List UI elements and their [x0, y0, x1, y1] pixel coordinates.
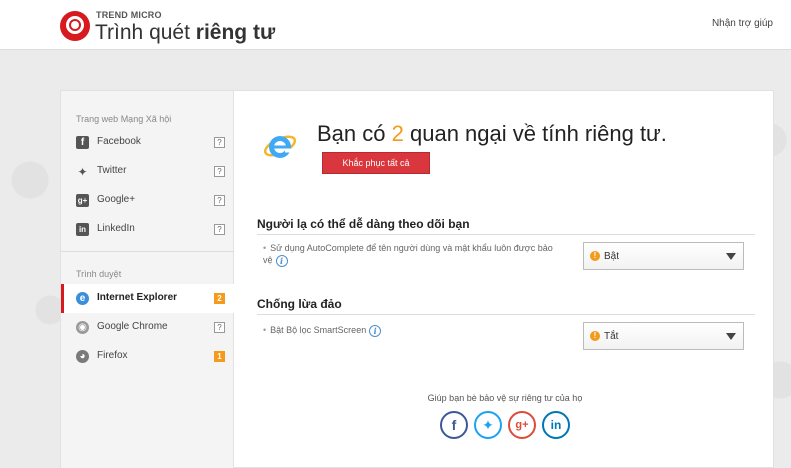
chevron-down-icon	[726, 253, 736, 260]
setting-autocomplete: • Sử dụng AutoComplete để tên người dùng …	[263, 243, 553, 267]
firefox-icon: ◕	[76, 350, 89, 363]
social-networks-heading: Trang web Mạng Xã hội	[76, 114, 172, 124]
section-title-tracking: Người lạ có thể dễ dàng theo dõi bạn	[257, 217, 470, 231]
google-plus-icon: g+	[76, 194, 89, 207]
chrome-icon: ◉	[76, 321, 89, 334]
status-badge: 1	[214, 351, 225, 362]
share-google-plus-icon[interactable]: g+	[508, 411, 536, 439]
headline-suffix: quan ngại về tính riêng tư.	[410, 121, 667, 146]
setting-autocomplete-label: Sử dụng AutoComplete để tên người dùng v…	[263, 243, 553, 265]
smartscreen-value: Tắt	[604, 331, 619, 342]
section-divider	[257, 234, 755, 235]
status-badge: ?	[214, 195, 225, 206]
section-divider	[257, 314, 755, 315]
headline-prefix: Bạn có	[317, 121, 386, 146]
warning-icon: !	[590, 251, 600, 261]
sidebar-item-label: LinkedIn	[97, 223, 135, 234]
app-header: TREND MICRO Trình quét riêng tư Nhận trợ…	[0, 0, 791, 50]
trend-micro-logo-icon	[60, 11, 90, 41]
sidebar-item-linkedin[interactable]: in LinkedIn ?	[61, 215, 234, 244]
get-help-link[interactable]: Nhận trợ giúp	[712, 18, 773, 29]
sidebar-item-twitter[interactable]: ✦ Twitter ?	[61, 157, 234, 186]
info-icon[interactable]: i	[275, 254, 288, 267]
sidebar: Trang web Mạng Xã hội f Facebook ? ✦ Twi…	[61, 91, 234, 468]
sidebar-item-label: Twitter	[97, 165, 127, 176]
share-linkedin-icon[interactable]: in	[542, 411, 570, 439]
fix-all-button[interactable]: Khắc phục tất cả	[322, 152, 430, 174]
share-facebook-icon[interactable]: f	[440, 411, 468, 439]
share-prompt: Giúp bạn bè bảo vệ sự riêng tư của họ	[427, 393, 583, 403]
app-title-bold: riêng tư	[195, 21, 276, 44]
main-panel: Trang web Mạng Xã hội f Facebook ? ✦ Twi…	[60, 90, 774, 468]
status-badge: 2	[214, 293, 225, 304]
sidebar-item-label: Google Chrome	[97, 321, 168, 332]
info-icon[interactable]: i	[369, 324, 382, 337]
status-badge: ?	[214, 137, 225, 148]
sidebar-item-firefox[interactable]: ◕ Firefox 1	[61, 342, 234, 371]
sidebar-item-label: Google+	[97, 194, 136, 205]
browsers-heading: Trình duyệt	[76, 269, 122, 279]
sidebar-divider	[61, 251, 234, 252]
sidebar-item-label: Facebook	[97, 136, 141, 147]
concern-count: 2	[391, 121, 404, 146]
share-twitter-icon[interactable]: ✦	[474, 411, 502, 439]
setting-smartscreen: • Bật Bộ lọc SmartScreen i	[263, 324, 563, 337]
warning-icon: !	[590, 331, 600, 341]
app-title: Trình quét riêng tư	[95, 21, 275, 45]
sidebar-item-facebook[interactable]: f Facebook ?	[61, 128, 234, 157]
sidebar-item-label: Internet Explorer	[97, 292, 178, 303]
internet-explorer-logo-icon	[263, 135, 297, 158]
status-badge: ?	[214, 224, 225, 235]
autocomplete-select[interactable]: ! Bật	[583, 242, 744, 270]
facebook-icon: f	[76, 136, 89, 149]
setting-smartscreen-label: Bật Bộ lọc SmartScreen	[270, 325, 367, 335]
sidebar-item-label: Firefox	[97, 350, 128, 361]
internet-explorer-icon: e	[76, 292, 89, 305]
app-title-regular: Trình quét	[95, 21, 190, 44]
linkedin-icon: in	[76, 223, 89, 236]
smartscreen-select[interactable]: ! Tắt	[583, 322, 744, 350]
sidebar-item-google-chrome[interactable]: ◉ Google Chrome ?	[61, 313, 234, 342]
concerns-headline: Bạn có 2 quan ngại về tính riêng tư.	[317, 121, 667, 147]
chevron-down-icon	[726, 333, 736, 340]
sidebar-item-internet-explorer[interactable]: e Internet Explorer 2	[61, 284, 234, 313]
section-title-phishing: Chống lừa đảo	[257, 297, 342, 311]
autocomplete-value: Bật	[604, 251, 620, 262]
status-badge: ?	[214, 166, 225, 177]
main-content: Bạn có 2 quan ngại về tính riêng tư. Khắ…	[235, 91, 775, 468]
twitter-icon: ✦	[77, 164, 88, 179]
status-badge: ?	[214, 322, 225, 333]
brand-name: TREND MICRO	[96, 10, 162, 20]
sidebar-item-google-plus[interactable]: g+ Google+ ?	[61, 186, 234, 215]
